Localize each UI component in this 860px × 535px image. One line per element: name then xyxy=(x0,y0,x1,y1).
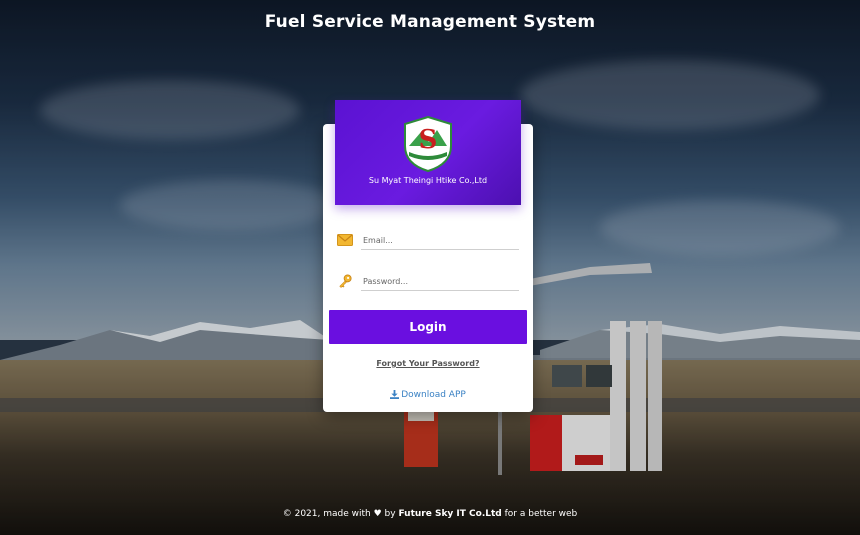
footer-company[interactable]: Future Sky IT Co.Ltd xyxy=(398,509,501,519)
company-logo: S xyxy=(404,116,452,172)
heart-icon: ♥ xyxy=(373,509,382,519)
svg-text:S: S xyxy=(419,125,438,155)
email-row xyxy=(337,231,519,251)
footer-prefix: © 2021, made with xyxy=(282,509,371,519)
envelope-icon xyxy=(337,234,353,246)
download-icon xyxy=(390,390,400,399)
footer-by: by xyxy=(384,509,396,519)
forgot-password-link[interactable]: Forgot Your Password? xyxy=(323,359,533,368)
email-input[interactable] xyxy=(361,231,519,250)
download-app-label: Download APP xyxy=(401,390,466,400)
page-title: Fuel Service Management System xyxy=(264,12,596,32)
password-input[interactable] xyxy=(361,272,519,291)
password-row xyxy=(337,272,519,292)
key-icon xyxy=(339,274,352,288)
footer: © 2021, made with ♥ by Future Sky IT Co.… xyxy=(0,509,860,519)
login-button[interactable]: Login xyxy=(329,310,527,344)
footer-suffix: for a better web xyxy=(504,509,578,519)
download-app-link[interactable]: Download APP xyxy=(323,390,533,400)
brand-header: S Su Myat Theingi Htike Co.,Ltd xyxy=(335,100,521,205)
company-name: Su Myat Theingi Htike Co.,Ltd xyxy=(368,176,488,185)
